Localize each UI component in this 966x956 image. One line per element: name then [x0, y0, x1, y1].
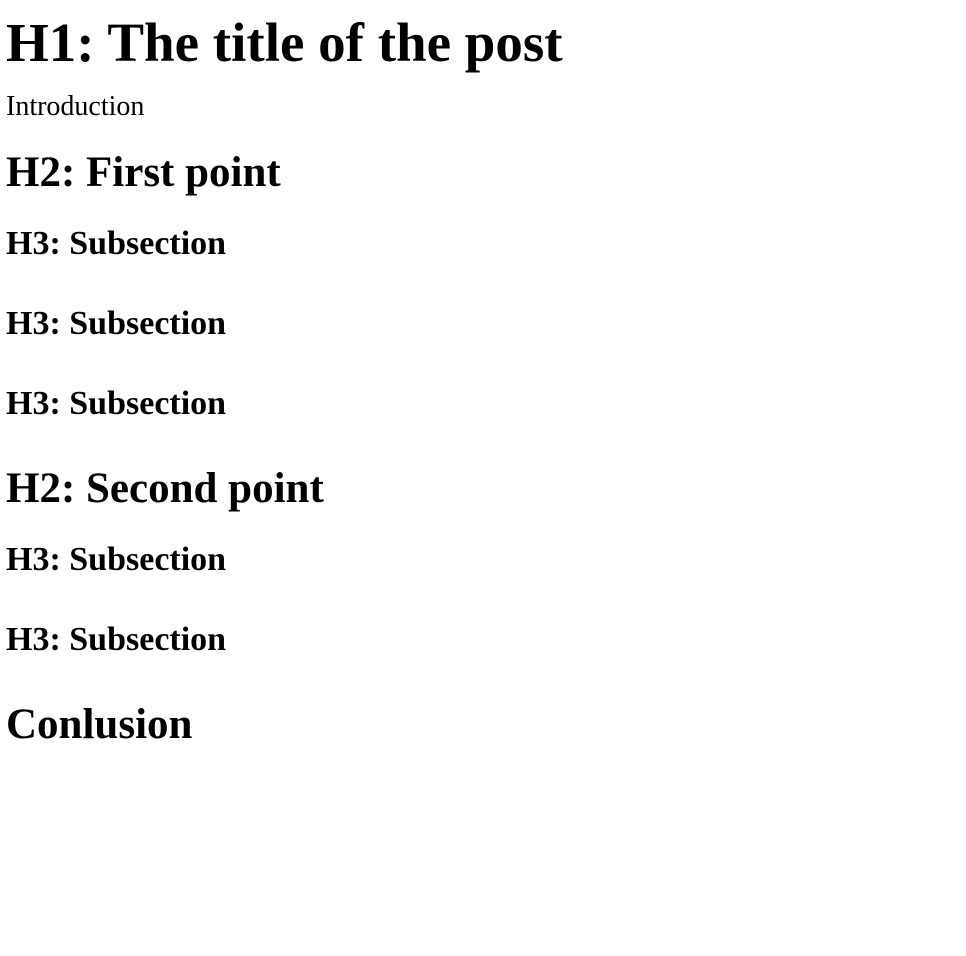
post-title: H1: The title of the post [6, 12, 563, 73]
second-section-subsection-2: H3: Subsection [6, 621, 227, 658]
first-section-subsection-2: H3: Subsection [6, 305, 227, 342]
first-section-subsection-1: H3: Subsection [6, 225, 227, 262]
introduction-text: Introduction [6, 91, 145, 122]
document-page: H1: The title of the post Introduction H… [0, 0, 966, 776]
first-section-subsection-3: H3: Subsection [6, 385, 227, 422]
first-section-heading: H2: First point [6, 149, 281, 196]
second-section-subsection-1: H3: Subsection [6, 541, 227, 578]
conclusion-heading: Conlusion [6, 701, 193, 748]
second-section-heading: H2: Second point [6, 465, 324, 512]
second-section: H2: Second point H3: Subsection H3: Subs… [6, 464, 960, 700]
first-section: H2: First point H3: Subsection H3: Subse… [6, 148, 960, 464]
